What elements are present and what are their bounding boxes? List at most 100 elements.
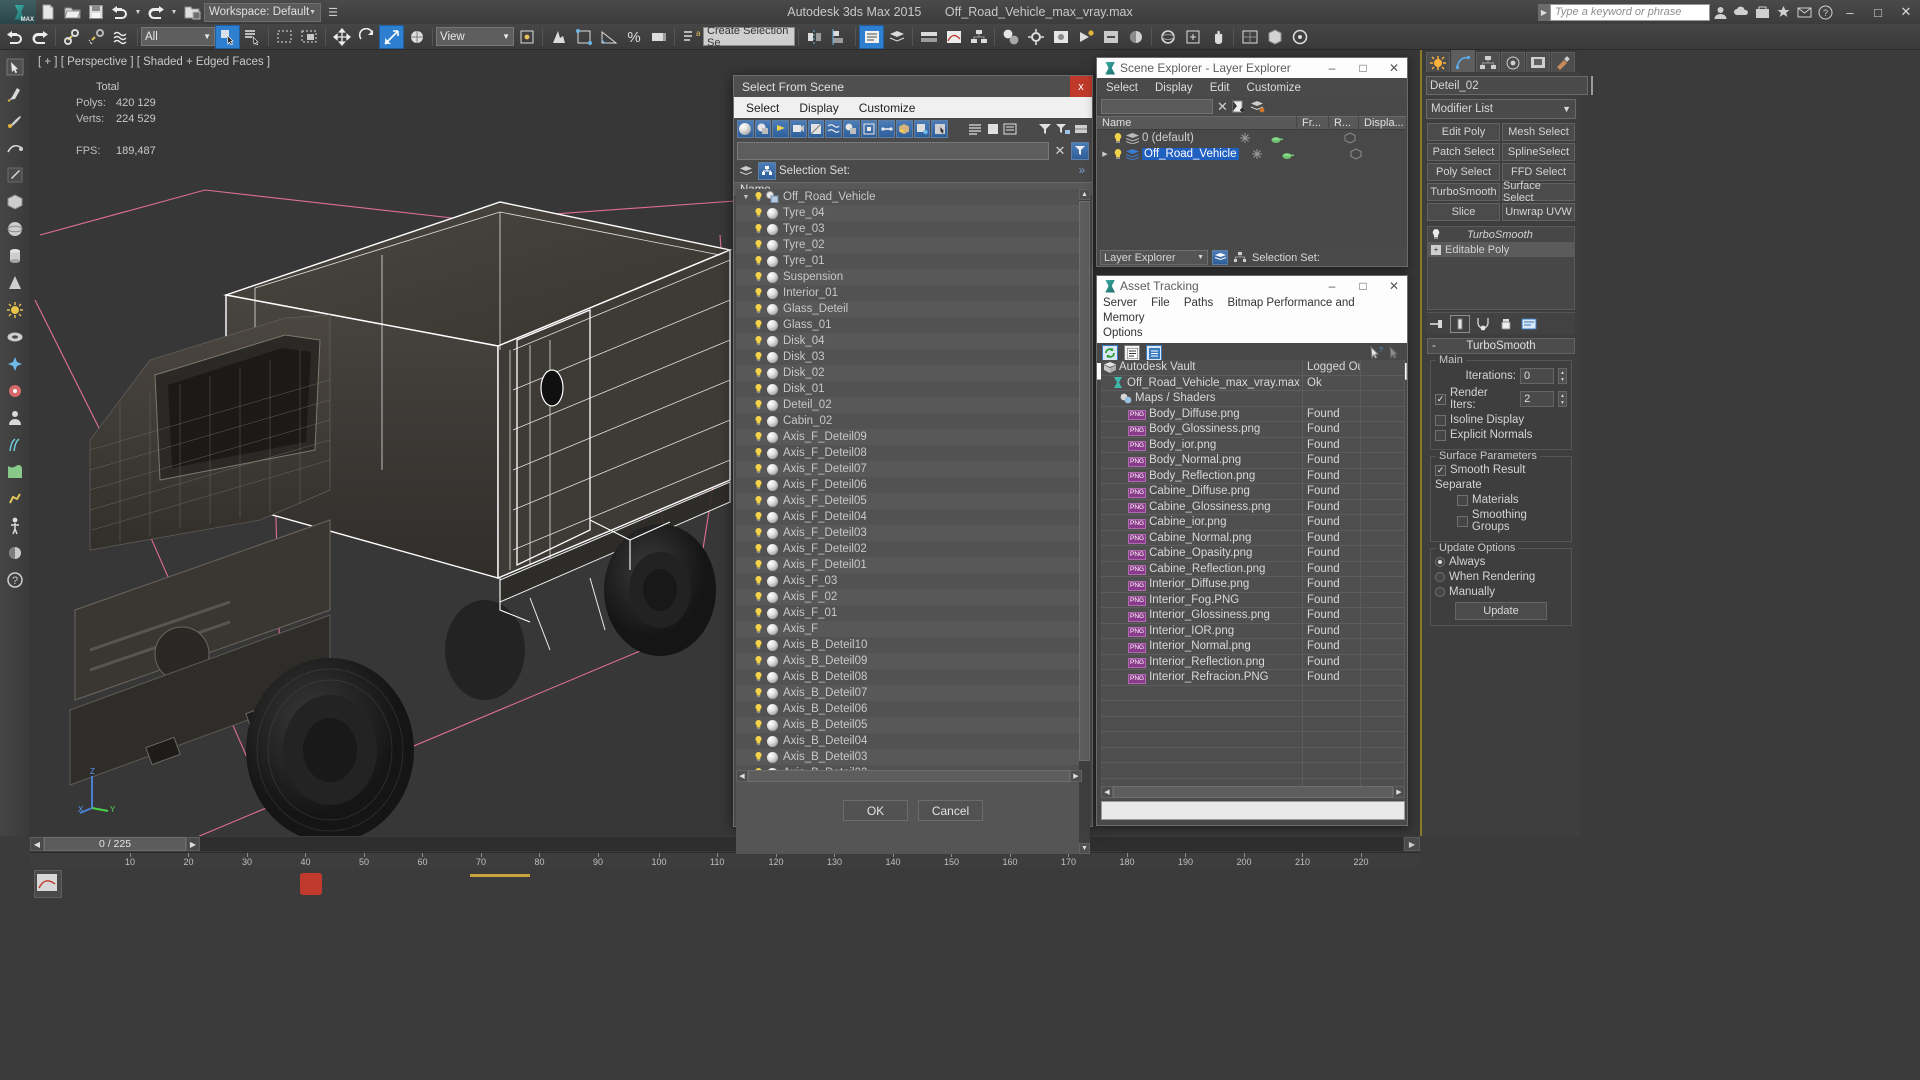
render-iters-spinner[interactable]: ▲ ▼ (1558, 391, 1567, 407)
scene-explorer-row-off-road-vehicle[interactable]: ▶ Off_Road_Vehicle (1097, 146, 1407, 162)
se-render-cell[interactable] (1271, 146, 1301, 162)
display-scene-layers-icon[interactable] (1072, 119, 1090, 138)
tree-row-item[interactable]: Axis_F_Deteil09 (736, 429, 1082, 445)
search-input[interactable]: Type a keyword or phrase (1550, 3, 1710, 21)
asset-name-cell[interactable]: PNG Interior_Normal.png (1101, 638, 1303, 654)
lightbulb-icon[interactable] (752, 496, 765, 506)
scroll-track[interactable] (47, 837, 1403, 851)
asset-row[interactable]: Autodesk Vault Logged Out ... (1101, 360, 1405, 376)
workspace-selector[interactable]: Workspace: Default ▼ (204, 2, 322, 22)
modifier-button-unwrap-uvw[interactable]: Unwrap UVW (1502, 203, 1575, 221)
scene-explorer-window[interactable]: Scene Explorer - Layer Explorer – □ ✕ Se… (1096, 57, 1408, 267)
lightbulb-icon[interactable] (752, 368, 765, 378)
pan-view-icon[interactable] (1205, 25, 1230, 49)
tab-utilities[interactable] (1551, 52, 1575, 72)
tree-row-item[interactable]: Axis_F_03 (736, 573, 1082, 589)
spinner-snap-toggle-icon[interactable] (646, 25, 671, 49)
left-tool-box-icon[interactable] (2, 189, 28, 215)
isoline-display-checkbox[interactable] (1435, 414, 1446, 426)
select-from-scene-dialog[interactable]: Select From Scene x Select Display Custo… (733, 75, 1093, 854)
left-tool-sphere-icon[interactable] (2, 216, 28, 242)
menu-display[interactable]: Display (799, 101, 838, 115)
lightbulb-icon[interactable] (752, 672, 765, 682)
asset-row[interactable]: PNG Body_Glossiness.png Found (1101, 421, 1405, 438)
at-menu-options[interactable]: Options (1103, 327, 1143, 339)
asset-name-cell[interactable]: PNG Body_ior.png (1101, 437, 1303, 453)
at-hscroll-left-arrow[interactable]: ◀ (1101, 786, 1113, 798)
tree-row-item[interactable]: Axis_F (736, 621, 1082, 637)
help-icon[interactable]: ? (1816, 3, 1835, 22)
ok-button[interactable]: OK (843, 800, 908, 821)
left-tool-freeform-icon[interactable] (2, 135, 28, 161)
use-pivot-point-center-icon[interactable] (514, 25, 539, 49)
clear-find-icon[interactable]: ✕ (1052, 143, 1068, 159)
select-from-scene-close-button[interactable]: x (1070, 76, 1092, 97)
object-color-swatch[interactable] (1591, 76, 1593, 95)
at-menu-bitmap-performance[interactable]: Bitmap Performance and Memory (1103, 297, 1355, 324)
turbosmooth-rollout-header[interactable]: - TurboSmooth (1427, 338, 1575, 354)
lightbulb-icon[interactable] (752, 320, 765, 330)
undo-scene-button[interactable] (2, 25, 27, 49)
at-menu-server[interactable]: Server (1103, 297, 1137, 309)
modifier-button-ffd-select[interactable]: FFD Select (1502, 163, 1575, 181)
viewport-label[interactable]: [ + ] [ Perspective ] [ Shaded + Edged F… (38, 56, 270, 68)
left-tool-graphite-icon[interactable] (2, 162, 28, 188)
explorer-mode-combo[interactable]: Layer Explorer ▼ (1100, 250, 1208, 265)
tree-row-item[interactable]: Axis_F_Deteil04 (736, 509, 1082, 525)
tree-row-item[interactable]: Axis_B_Deteil05 (736, 717, 1082, 733)
lightbulb-icon[interactable] (752, 480, 765, 490)
asset-name-cell[interactable]: PNG Cabine_ior.png (1101, 514, 1303, 530)
remove-modifier-icon[interactable] (1496, 315, 1516, 333)
left-tool-help-icon[interactable]: ? (2, 567, 28, 593)
asset-row[interactable]: Off_Road_Vehicle_max_vray.max Ok (1101, 375, 1405, 391)
pin-stack-icon[interactable] (1427, 315, 1447, 333)
update-when-rendering-row[interactable]: When Rendering (1435, 571, 1567, 583)
tree-row-item[interactable]: Axis_B_Deteil06 (736, 701, 1082, 717)
update-manually-row[interactable]: Manually (1435, 586, 1567, 598)
lightbulb-icon[interactable] (752, 528, 765, 538)
show-end-result-icon[interactable] (1450, 314, 1470, 333)
lightbulb-icon[interactable] (752, 416, 765, 426)
asset-row[interactable]: PNG Interior_Reflection.png Found (1101, 654, 1405, 670)
scene-explorer-maximize-button[interactable]: □ (1350, 58, 1376, 78)
asset-name-cell[interactable]: Off_Road_Vehicle_max_vray.max (1101, 375, 1303, 391)
lightbulb-icon[interactable] (752, 560, 765, 570)
project-folder-button[interactable] (180, 1, 204, 23)
tree-row-root[interactable]: ▼ Off_Road_Vehicle (736, 189, 1082, 205)
se-expand-triangle-icon[interactable]: ▶ (1097, 146, 1109, 162)
se-col-frozen[interactable]: Fr... (1297, 116, 1329, 130)
select-from-scene-vertical-scrollbar[interactable]: ▲ ▼ (1079, 189, 1090, 854)
autodesk-360-icon[interactable] (1732, 3, 1751, 22)
asset-tracking-horizontal-scrollbar[interactable]: ◀ ▶ (1101, 786, 1405, 798)
percent-snap-toggle-icon[interactable]: % (621, 25, 646, 49)
lightbulb-icon[interactable] (752, 448, 765, 458)
asset-name-cell[interactable]: PNG Interior_Refracion.PNG (1101, 669, 1303, 685)
se-menu-display[interactable]: Display (1155, 82, 1193, 94)
tree-row-item[interactable]: Axis_F_01 (736, 605, 1082, 621)
app-menu-button[interactable]: MAX (0, 0, 36, 24)
lightbulb-icon[interactable] (752, 736, 765, 746)
select-from-scene-titlebar[interactable]: Select From Scene x (734, 76, 1092, 97)
asset-name-cell[interactable]: PNG Body_Normal.png (1101, 452, 1303, 468)
find-input[interactable] (737, 141, 1049, 160)
scroll-up-arrow[interactable]: ▲ (1079, 189, 1090, 200)
left-tool-hair-icon[interactable] (2, 432, 28, 458)
filter-settings-icon[interactable] (1054, 119, 1072, 138)
lightbulb-icon[interactable] (752, 544, 765, 554)
se-row-name-cell[interactable]: 0 (default) (1109, 132, 1227, 144)
undo-button[interactable] (108, 1, 132, 23)
se-render-cell[interactable] (1259, 130, 1289, 146)
asset-name-cell[interactable]: Maps / Shaders (1101, 390, 1303, 406)
at-hscroll-right-arrow[interactable]: ▶ (1393, 786, 1405, 798)
select-and-scale-icon[interactable] (379, 24, 404, 49)
menu-customize[interactable]: Customize (859, 101, 916, 115)
scene-explorer-minimize-button[interactable]: – (1319, 58, 1345, 78)
tab-hierarchy[interactable] (1476, 52, 1500, 72)
se-display-cell[interactable] (1289, 130, 1407, 146)
modifier-button-edit-poly[interactable]: Edit Poly (1427, 123, 1500, 141)
asset-row[interactable]: PNG Cabine_ior.png Found (1101, 514, 1405, 531)
tree-row-item[interactable]: Axis_F_Deteil07 (736, 461, 1082, 477)
lightbulb-icon[interactable] (752, 192, 765, 202)
undo-dropdown[interactable]: ▼ (132, 1, 144, 23)
selection-set-layers-icon[interactable] (737, 162, 755, 180)
